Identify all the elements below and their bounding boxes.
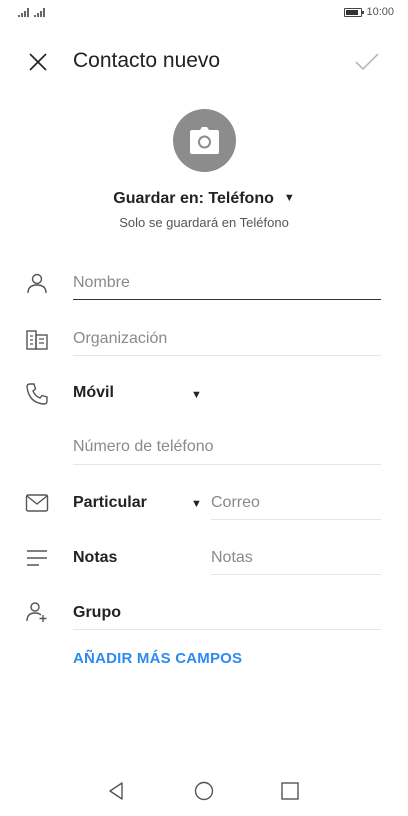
- email-underline: [211, 519, 381, 520]
- save-location-note: Solo se guardará en Teléfono: [119, 215, 289, 230]
- camera-icon: [190, 127, 219, 154]
- add-photo-button[interactable]: [173, 109, 236, 172]
- close-button[interactable]: [26, 50, 50, 74]
- save-location-selector[interactable]: Guardar en: Teléfono ▼: [0, 190, 408, 208]
- phone-number-input[interactable]: Número de teléfono: [73, 438, 214, 456]
- organization-underline: [73, 355, 381, 356]
- signal-1-icon: [18, 8, 29, 17]
- home-nav-icon[interactable]: [193, 780, 215, 802]
- signal-icons: [18, 8, 45, 17]
- mail-icon: [25, 494, 49, 512]
- save-button[interactable]: [354, 50, 380, 74]
- phone-icon: [26, 383, 48, 405]
- notes-input[interactable]: Notas: [211, 549, 253, 567]
- add-more-fields-button[interactable]: AÑADIR MÁS CAMPOS: [73, 650, 242, 667]
- organization-icon: [26, 330, 48, 350]
- signal-2-icon: [34, 8, 45, 17]
- phone-type-label[interactable]: Móvil: [73, 384, 114, 402]
- organization-input[interactable]: Organización: [73, 330, 167, 348]
- clock: 10:00: [366, 6, 394, 18]
- check-icon: [355, 53, 379, 71]
- battery-icon: [344, 7, 365, 17]
- email-type-label[interactable]: Particular: [73, 494, 147, 512]
- notes-underline: [211, 574, 381, 575]
- person-icon: [27, 273, 47, 294]
- caret-down-icon: ▼: [283, 192, 295, 204]
- email-input[interactable]: Correo: [211, 494, 260, 512]
- page-title: Contacto nuevo: [73, 49, 221, 72]
- back-nav-icon[interactable]: [105, 780, 127, 802]
- close-icon: [29, 53, 47, 71]
- navigation-bar: [0, 770, 408, 816]
- group-underline: [73, 629, 381, 630]
- status-bar: 10:00: [0, 0, 408, 28]
- notes-label: Notas: [73, 549, 118, 566]
- recents-nav-icon[interactable]: [279, 780, 301, 802]
- notes-icon: [27, 550, 47, 566]
- save-location-label: Guardar en: Teléfono: [113, 190, 274, 207]
- email-type-caret-icon[interactable]: ▼: [191, 498, 202, 510]
- phone-type-caret-icon[interactable]: ▼: [191, 389, 202, 401]
- name-input[interactable]: Nombre: [73, 274, 130, 292]
- group-add-icon: [26, 602, 47, 622]
- group-selector[interactable]: Grupo: [73, 604, 121, 622]
- status-right: 10:00: [344, 6, 394, 18]
- app-bar: Contacto nuevo: [0, 40, 408, 84]
- name-underline: [73, 299, 381, 300]
- phone-underline: [73, 464, 381, 465]
